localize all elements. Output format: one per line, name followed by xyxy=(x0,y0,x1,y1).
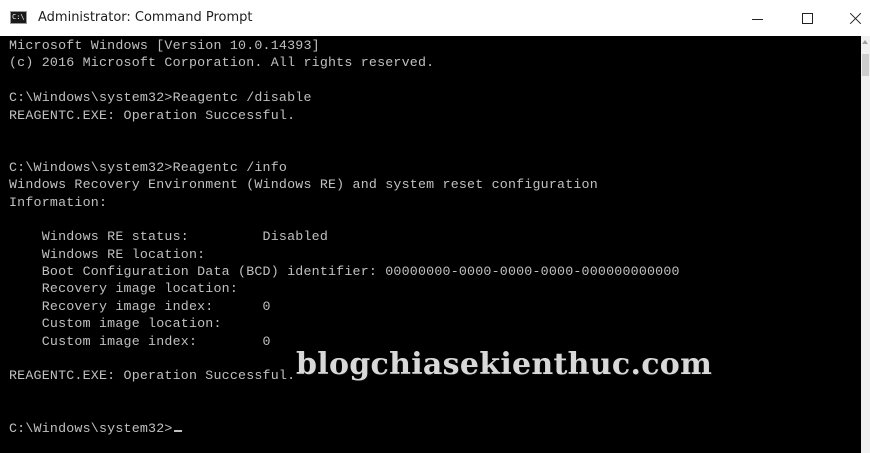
console-line-text: REAGENTC.EXE: Operation Successful. xyxy=(9,107,296,123)
console-line: Recovery image index: 0 xyxy=(9,298,680,315)
console-line-text: Recovery image index: 0 xyxy=(9,298,271,314)
minimize-button[interactable] xyxy=(734,0,780,36)
console-line: Information: xyxy=(9,194,680,211)
console-line-text: Windows RE location: xyxy=(9,246,206,262)
console-line: Windows RE status: Disabled xyxy=(9,228,680,245)
console-line-text: Information: xyxy=(9,194,108,210)
minimize-icon xyxy=(751,18,763,20)
console-line: C:\Windows\system32>Reagentc /info xyxy=(9,159,680,176)
console-line: C:\Windows\system32>Reagentc /disable xyxy=(9,89,680,106)
scroll-up-arrow-icon[interactable] xyxy=(862,40,868,44)
console-line-text: C:\Windows\system32>Reagentc /disable xyxy=(9,90,312,106)
text-cursor xyxy=(173,429,182,432)
console-line-text: Boot Configuration Data (BCD) identifier… xyxy=(9,264,680,280)
console-output[interactable]: Microsoft Windows [Version 10.0.14393] (c… xyxy=(0,36,861,453)
maximize-button[interactable] xyxy=(784,0,830,36)
console-line-text: C:\Windows\system32> xyxy=(9,420,173,436)
title-bar[interactable]: C:\ Administrator: Command Prompt xyxy=(0,0,870,36)
close-button[interactable] xyxy=(832,0,870,36)
console-line-text: REAGENTC.EXE: Operation Successful. xyxy=(9,368,296,384)
console-line-text: Windows RE status: Disabled xyxy=(9,229,328,245)
console-line-text: Custom image location: xyxy=(9,316,222,332)
console-line-text: Microsoft Windows [Version 10.0.14393] xyxy=(9,38,320,53)
command-prompt-line: C:\Windows\system32> xyxy=(9,420,680,437)
console-line-text: (c) 2016 Microsoft Corporation. All righ… xyxy=(9,55,435,71)
console-line: Recovery image location: xyxy=(9,280,680,297)
close-icon xyxy=(849,12,862,25)
window-title: Administrator: Command Prompt xyxy=(38,10,253,25)
console-line-text: Custom image index: 0 xyxy=(9,333,271,349)
watermark: blogchiasekienthuc.com xyxy=(296,347,713,382)
console-line: Windows RE location: xyxy=(9,246,680,263)
console-line: Custom image location: xyxy=(9,315,680,332)
console-line-text: Recovery image location: xyxy=(9,281,239,297)
console-line: Windows Recovery Environment (Windows RE… xyxy=(9,176,680,193)
command-prompt-window: C:\ Administrator: Command Prompt Micros… xyxy=(0,0,870,453)
vertical-scrollbar[interactable] xyxy=(861,36,870,453)
console-line-text: Windows Recovery Environment (Windows RE… xyxy=(9,177,598,193)
scrollbar-thumb[interactable] xyxy=(862,54,869,76)
cmd-icon[interactable]: C:\ xyxy=(10,11,27,24)
maximize-icon xyxy=(801,12,813,24)
console-line: (c) 2016 Microsoft Corporation. All righ… xyxy=(9,54,680,71)
console-line: Microsoft Windows [Version 10.0.14393] xyxy=(9,37,680,54)
console-line: Boot Configuration Data (BCD) identifier… xyxy=(9,263,680,280)
console-line-text: C:\Windows\system32>Reagentc /info xyxy=(9,159,288,175)
console-line: REAGENTC.EXE: Operation Successful. xyxy=(9,107,680,124)
